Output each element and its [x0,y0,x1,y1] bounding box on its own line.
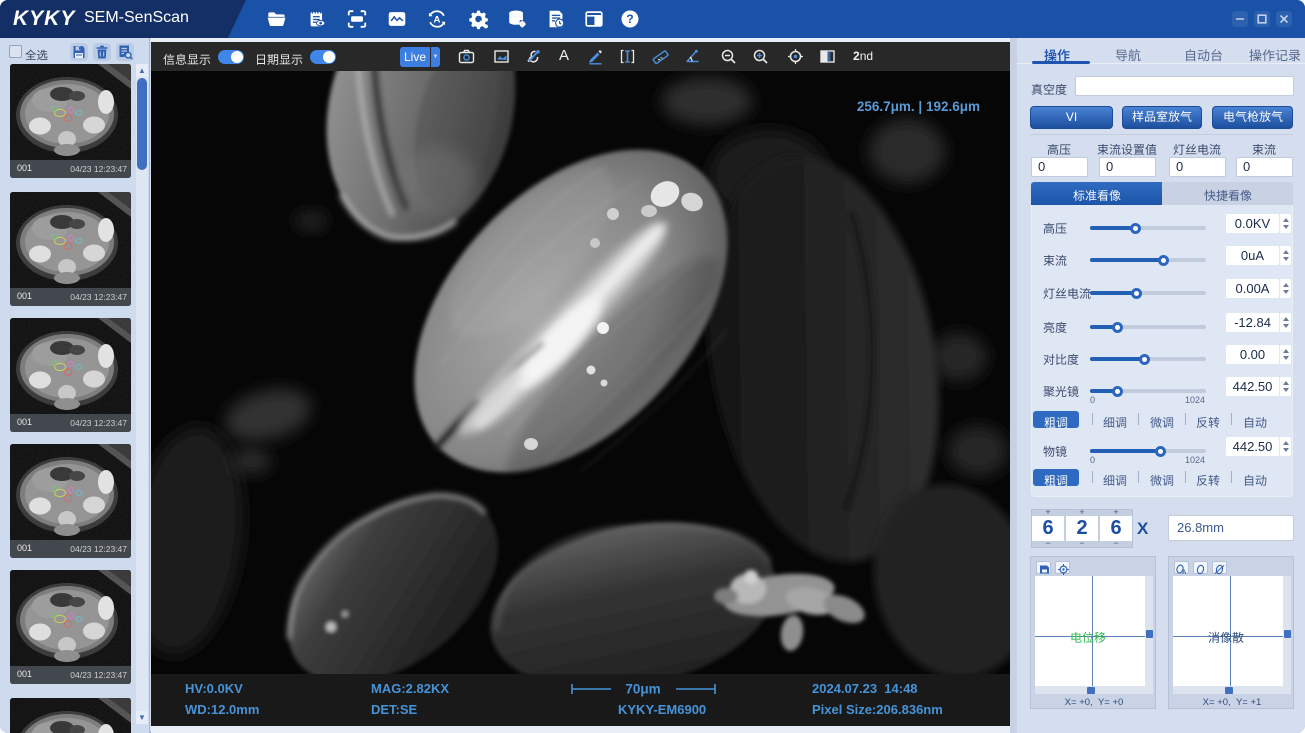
svg-text:256.7μm. | 192.6μm: 256.7μm. | 192.6μm [857,99,980,114]
svg-text:70μm: 70μm [625,682,660,697]
svg-text:A: A [1182,570,1187,575]
svg-text:?: ? [626,12,633,26]
svg-text:A: A [434,15,441,26]
